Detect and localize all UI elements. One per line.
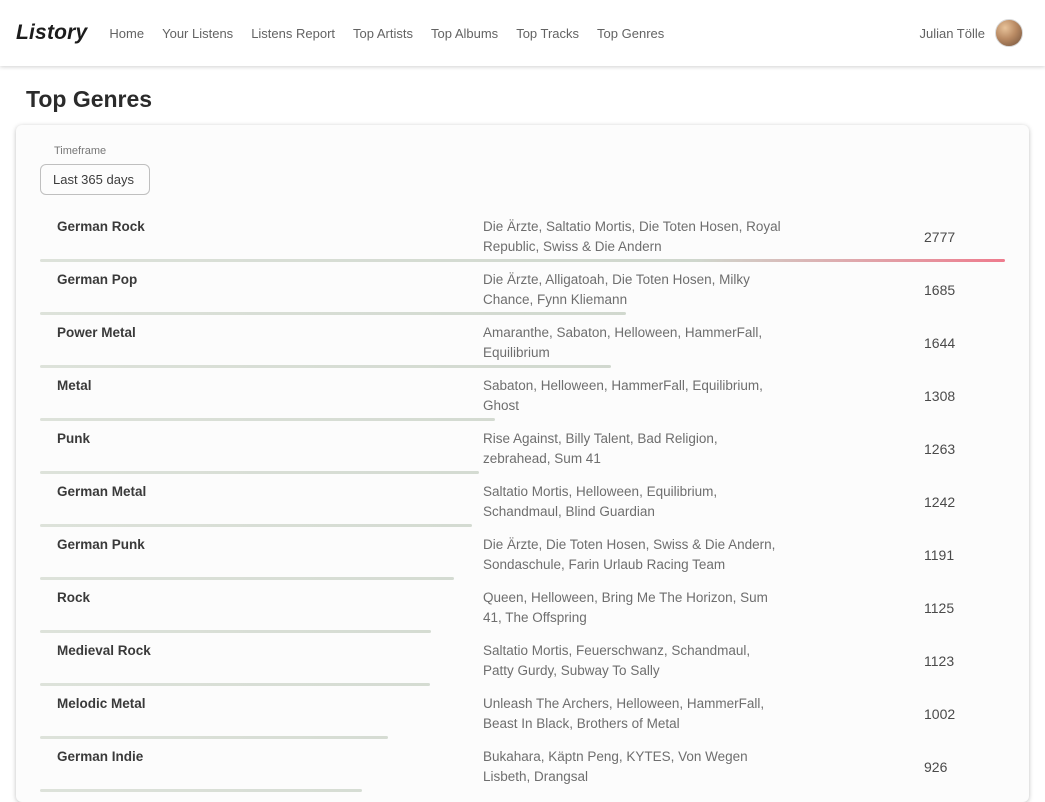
genre-bar bbox=[40, 365, 611, 368]
top-navbar: Listory Home Your Listens Listens Report… bbox=[0, 0, 1045, 66]
genre-row: German Metal Saltatio Mortis, Helloween,… bbox=[40, 474, 1005, 527]
main-nav: Home Your Listens Listens Report Top Art… bbox=[109, 26, 664, 41]
genre-bar-track bbox=[40, 789, 1005, 792]
genre-name: Medieval Rock bbox=[40, 641, 483, 661]
genre-name: Melodic Metal bbox=[40, 694, 483, 714]
nav-item-home[interactable]: Home bbox=[109, 26, 144, 41]
genre-bar-track bbox=[40, 418, 1005, 421]
genre-name: German Punk bbox=[40, 535, 483, 555]
genre-artists: Bukahara, Käptn Peng, KYTES, Von Wegen L… bbox=[483, 747, 783, 787]
genre-bar bbox=[40, 259, 1005, 262]
nav-item-top-artists[interactable]: Top Artists bbox=[353, 26, 413, 41]
genre-artists: Sabaton, Helloween, HammerFall, Equilibr… bbox=[483, 376, 783, 416]
genre-bar-track bbox=[40, 524, 1005, 527]
genre-artists: Amaranthe, Sabaton, Helloween, HammerFal… bbox=[483, 323, 783, 363]
genre-bar-track bbox=[40, 312, 1005, 315]
genre-row: Medieval Rock Saltatio Mortis, Feuerschw… bbox=[40, 633, 1005, 686]
genre-table: German Rock Die Ärzte, Saltatio Mortis, … bbox=[40, 209, 1005, 792]
top-genres-panel: Timeframe Last 365 days German Rock Die … bbox=[16, 125, 1029, 802]
genre-count: 1125 bbox=[783, 600, 1005, 616]
user-avatar[interactable] bbox=[995, 19, 1023, 47]
genre-row: German Rock Die Ärzte, Saltatio Mortis, … bbox=[40, 209, 1005, 262]
genre-count: 1263 bbox=[783, 441, 1005, 457]
genre-row: Punk Rise Against, Billy Talent, Bad Rel… bbox=[40, 421, 1005, 474]
nav-item-your-listens[interactable]: Your Listens bbox=[162, 26, 233, 41]
nav-item-top-albums[interactable]: Top Albums bbox=[431, 26, 498, 41]
genre-row: German Punk Die Ärzte, Die Toten Hosen, … bbox=[40, 527, 1005, 580]
genre-row: Rock Queen, Helloween, Bring Me The Hori… bbox=[40, 580, 1005, 633]
genre-count: 926 bbox=[783, 759, 1005, 775]
genre-bar bbox=[40, 471, 479, 474]
genre-name: German Rock bbox=[40, 217, 483, 237]
genre-artists: Rise Against, Billy Talent, Bad Religion… bbox=[483, 429, 783, 469]
genre-bar bbox=[40, 524, 472, 527]
genre-count: 1308 bbox=[783, 388, 1005, 404]
genre-artists: Unleash The Archers, Helloween, HammerFa… bbox=[483, 694, 783, 734]
timeframe-select[interactable]: Last 365 days bbox=[40, 164, 150, 195]
genre-bar bbox=[40, 789, 362, 792]
nav-item-top-genres[interactable]: Top Genres bbox=[597, 26, 664, 41]
genre-row: Metal Sabaton, Helloween, HammerFall, Eq… bbox=[40, 368, 1005, 421]
genre-count: 2777 bbox=[783, 229, 1005, 245]
genre-name: German Pop bbox=[40, 270, 483, 290]
genre-name: German Indie bbox=[40, 747, 483, 767]
genre-name: German Metal bbox=[40, 482, 483, 502]
genre-bar bbox=[40, 418, 495, 421]
genre-row: Power Metal Amaranthe, Sabaton, Hellowee… bbox=[40, 315, 1005, 368]
genre-bar-track bbox=[40, 471, 1005, 474]
genre-bar-track bbox=[40, 630, 1005, 633]
genre-name: Rock bbox=[40, 588, 483, 608]
genre-artists: Die Ärzte, Die Toten Hosen, Swiss & Die … bbox=[483, 535, 783, 575]
user-name: Julian Tölle bbox=[919, 26, 985, 41]
genre-count: 1123 bbox=[783, 653, 1005, 669]
genre-name: Punk bbox=[40, 429, 483, 449]
genre-bar bbox=[40, 683, 430, 686]
genre-bar-track bbox=[40, 259, 1005, 262]
genre-bar bbox=[40, 577, 454, 580]
genre-artists: Die Ärzte, Alligatoah, Die Toten Hosen, … bbox=[483, 270, 783, 310]
genre-count: 1685 bbox=[783, 282, 1005, 298]
genre-name: Metal bbox=[40, 376, 483, 396]
genre-count: 1191 bbox=[783, 547, 1005, 563]
genre-name: Power Metal bbox=[40, 323, 483, 343]
genre-row: German Indie Bukahara, Käptn Peng, KYTES… bbox=[40, 739, 1005, 792]
app-logo[interactable]: Listory bbox=[16, 21, 87, 45]
genre-row: German Pop Die Ärzte, Alligatoah, Die To… bbox=[40, 262, 1005, 315]
genre-count: 1002 bbox=[783, 706, 1005, 722]
genre-bar bbox=[40, 312, 626, 315]
genre-artists: Die Ärzte, Saltatio Mortis, Die Toten Ho… bbox=[483, 217, 783, 257]
page-title: Top Genres bbox=[26, 86, 1045, 113]
nav-item-listens-report[interactable]: Listens Report bbox=[251, 26, 335, 41]
genre-bar-track bbox=[40, 577, 1005, 580]
genre-bar-track bbox=[40, 365, 1005, 368]
genre-bar-track bbox=[40, 736, 1005, 739]
genre-count: 1644 bbox=[783, 335, 1005, 351]
genre-bar bbox=[40, 630, 431, 633]
genre-count: 1242 bbox=[783, 494, 1005, 510]
genre-bar-track bbox=[40, 683, 1005, 686]
genre-bar bbox=[40, 736, 388, 739]
nav-item-top-tracks[interactable]: Top Tracks bbox=[516, 26, 579, 41]
genre-artists: Saltatio Mortis, Helloween, Equilibrium,… bbox=[483, 482, 783, 522]
genre-artists: Saltatio Mortis, Feuerschwanz, Schandmau… bbox=[483, 641, 783, 681]
timeframe-label: Timeframe bbox=[54, 145, 1005, 157]
genre-row: Melodic Metal Unleash The Archers, Hello… bbox=[40, 686, 1005, 739]
genre-artists: Queen, Helloween, Bring Me The Horizon, … bbox=[483, 588, 783, 628]
user-menu[interactable]: Julian Tölle bbox=[919, 19, 1023, 47]
